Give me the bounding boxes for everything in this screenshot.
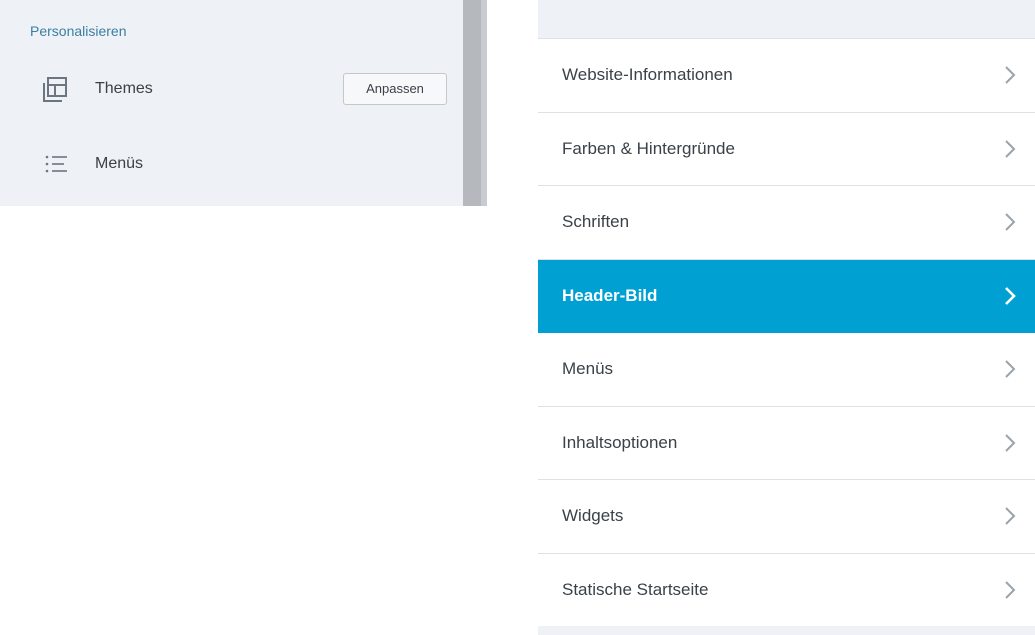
chevron-right-icon (1003, 579, 1017, 601)
section-item-widgets[interactable]: Widgets (538, 480, 1035, 554)
section-item-label: Website-Informationen (562, 65, 733, 85)
sidebar-item-menus[interactable]: Menüs (42, 149, 452, 179)
chevron-right-icon (1003, 138, 1017, 160)
chevron-right-icon (1003, 285, 1017, 307)
sidebar-item-label: Themes (95, 80, 153, 97)
section-item-schriften[interactable]: Schriften (538, 186, 1035, 260)
scrollbar-thumb[interactable] (463, 0, 481, 206)
sidebar-content: Personalisieren Themes Anpassen Menüs (0, 0, 463, 206)
section-item-label: Menüs (562, 359, 614, 379)
panel-header-strip (538, 0, 1035, 39)
customizer-section-list: Website-Informationen Farben & Hintergrü… (538, 39, 1035, 627)
chevron-right-icon (1003, 432, 1017, 454)
customize-theme-button[interactable]: Anpassen (343, 73, 447, 105)
section-item-header-bild[interactable]: Header-Bild (538, 259, 1035, 333)
menu-list-icon (42, 149, 68, 179)
section-item-farben-hintergruende[interactable]: Farben & Hintergründe (538, 112, 1035, 186)
section-item-menues[interactable]: Menüs (538, 333, 1035, 407)
section-heading: Personalisieren (30, 23, 127, 39)
panel-footer-strip (538, 626, 1035, 635)
chevron-right-icon (1003, 505, 1017, 527)
customizer-sections-panel: Website-Informationen Farben & Hintergrü… (538, 0, 1035, 635)
chevron-right-icon (1003, 358, 1017, 380)
scrollbar[interactable] (463, 0, 487, 206)
chevron-right-icon (1003, 64, 1017, 86)
section-item-label: Statische Startseite (562, 579, 709, 599)
section-item-statische-startseite[interactable]: Statische Startseite (538, 553, 1035, 627)
section-item-website-informationen[interactable]: Website-Informationen (538, 39, 1035, 113)
section-item-label: Widgets (562, 506, 624, 526)
section-item-label: Schriften (562, 212, 630, 232)
section-item-label: Header-Bild (562, 285, 658, 305)
section-item-inhaltsoptionen[interactable]: Inhaltsoptionen (538, 406, 1035, 480)
section-item-label: Farben & Hintergründe (562, 138, 735, 158)
sidebar-item-label: Menüs (95, 155, 144, 172)
themes-icon (42, 74, 68, 104)
chevron-right-icon (1003, 211, 1017, 233)
section-item-label: Inhaltsoptionen (562, 432, 678, 452)
customizer-sidebar-panel: Personalisieren Themes Anpassen Menüs (0, 0, 487, 206)
